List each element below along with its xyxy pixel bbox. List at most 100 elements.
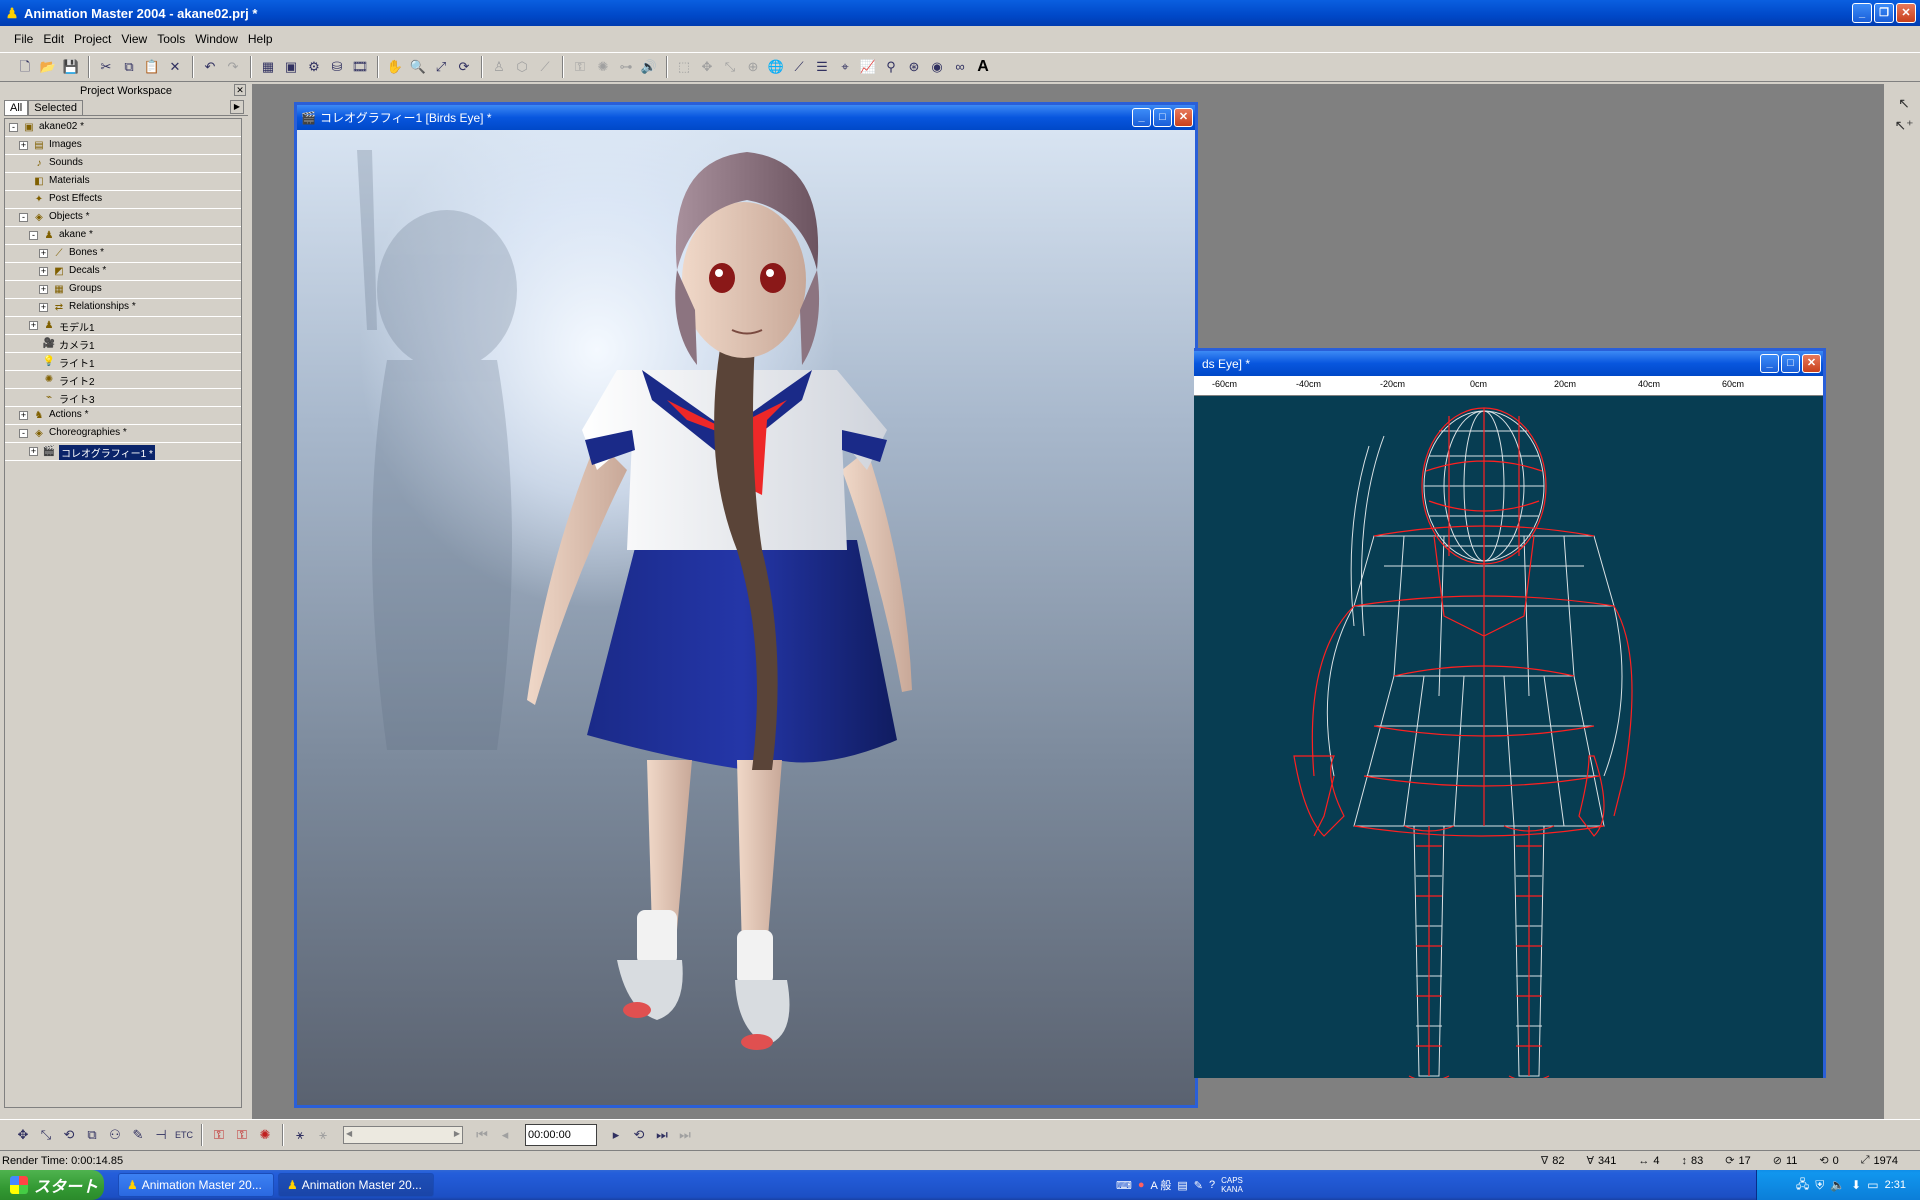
undo-icon[interactable]: ↶ <box>199 56 221 78</box>
list-icon[interactable]: ☰ <box>811 56 833 78</box>
collapse-icon[interactable]: - <box>19 213 28 222</box>
tree-item[interactable]: + ▤ Images <box>5 137 241 155</box>
rendered-scene[interactable] <box>297 130 1195 1105</box>
viewport1-maximize-button[interactable]: □ <box>1153 108 1172 127</box>
run-icon[interactable]: ✺ <box>592 56 614 78</box>
viewport1-close-button[interactable]: ✕ <box>1174 108 1193 127</box>
last-frame-icon[interactable]: ⏭ <box>674 1124 696 1146</box>
bone-add-icon[interactable]: ⟋ <box>788 56 810 78</box>
ime-icon[interactable]: ● <box>1138 1179 1145 1191</box>
display-icon[interactable]: ▭ <box>1867 1178 1878 1192</box>
paste-icon[interactable]: 📋 <box>141 56 163 78</box>
skeleton-icon[interactable]: ⚹ <box>289 1124 311 1146</box>
magnet-icon[interactable]: ⚲ <box>880 56 902 78</box>
translate-icon[interactable]: ✥ <box>696 56 718 78</box>
tree-item[interactable]: - ♟ akane * <box>5 227 241 245</box>
scale-tool-icon[interactable]: ⤡ <box>719 56 741 78</box>
copy-icon[interactable]: ⧉ <box>118 56 140 78</box>
key-mode-icon[interactable]: ✺ <box>254 1124 276 1146</box>
box-icon[interactable]: ⬚ <box>673 56 695 78</box>
play-icon[interactable]: ▸ <box>605 1124 627 1146</box>
expand-icon[interactable]: + <box>39 249 48 258</box>
render-region-icon[interactable]: ▦ <box>257 56 279 78</box>
menu-view[interactable]: View <box>121 32 147 46</box>
select-cursor-icon[interactable]: ⌖ <box>834 56 856 78</box>
minimize-button[interactable]: _ <box>1852 3 1872 23</box>
muscle-mode-icon[interactable]: ⬡ <box>511 56 533 78</box>
tree-item[interactable]: 🎥 カメラ1 <box>5 335 241 353</box>
key-red2-icon[interactable]: ⚿ <box>231 1124 253 1146</box>
zoom-icon[interactable]: 🔍 <box>407 56 429 78</box>
refresh-icon[interactable]: ⟳ <box>453 56 475 78</box>
key-red-icon[interactable]: ⚿ <box>208 1124 230 1146</box>
workspace-close-icon[interactable]: ✕ <box>234 84 246 96</box>
menu-window[interactable]: Window <box>195 32 238 46</box>
tree-item[interactable]: 💡 ライト1 <box>5 353 241 371</box>
expand-icon[interactable]: + <box>39 303 48 312</box>
tree-item[interactable]: - ▣ akane02 * <box>5 119 241 137</box>
tree-item[interactable]: + ♞ Actions * <box>5 407 241 425</box>
key-icon[interactable]: ⚿ <box>569 56 591 78</box>
tree-item[interactable]: ♪ Sounds <box>5 155 241 173</box>
fit-icon[interactable]: ⤢ <box>430 56 452 78</box>
ball-icon[interactable]: ◉ <box>926 56 948 78</box>
next-frame-icon[interactable]: ⏭ <box>651 1124 673 1146</box>
add-cursor-icon[interactable]: ↖⁺ <box>1892 114 1916 136</box>
tree-item[interactable]: ◧ Materials <box>5 173 241 191</box>
tree-item[interactable]: + ⟋ Bones * <box>5 245 241 263</box>
time-field[interactable]: 00:00:00 <box>525 1123 597 1146</box>
constraint-icon[interactable]: ⊶ <box>615 56 637 78</box>
link-icon[interactable]: ∞ <box>949 56 971 78</box>
collapse-icon[interactable]: - <box>29 231 38 240</box>
close-button[interactable]: ✕ <box>1896 3 1916 23</box>
cut-icon[interactable]: ✂ <box>95 56 117 78</box>
menu-tools[interactable]: Tools <box>157 32 185 46</box>
text-tool-icon[interactable]: A <box>972 56 994 78</box>
arrow-select-icon[interactable]: ↖ <box>1892 92 1916 114</box>
expand-icon[interactable]: + <box>19 411 28 420</box>
save-icon[interactable]: 💾 <box>60 56 82 78</box>
tree-item[interactable]: + ◩ Decals * <box>5 263 241 281</box>
skeletal-mode-icon[interactable]: ♙ <box>488 56 510 78</box>
tree-item[interactable]: + ▦ Groups <box>5 281 241 299</box>
tree-item[interactable]: ✦ Post Effects <box>5 191 241 209</box>
menu-help[interactable]: Help <box>248 32 273 46</box>
muscle-icon[interactable]: ⚹ <box>312 1124 334 1146</box>
update-icon[interactable]: ⬇ <box>1851 1178 1861 1192</box>
ime-mode[interactable]: A 般 <box>1151 1177 1172 1193</box>
taskbar-item[interactable]: ♟ Animation Master 20... <box>118 1173 274 1197</box>
scroll-right-icon[interactable]: ▶ <box>454 1129 460 1138</box>
birds-eye-render-window[interactable]: 🎬 コレオグラフィー1 [Birds Eye] * _ □ ✕ <box>294 102 1198 1108</box>
menu-edit[interactable]: Edit <box>43 32 64 46</box>
pad-icon[interactable]: ✎ <box>1194 1179 1203 1192</box>
tabs-arrow-icon[interactable]: ▶ <box>230 100 244 114</box>
title-bar[interactable]: ♟ Animation Master 2004 - akane02.prj * … <box>0 0 1920 26</box>
dictionary-icon[interactable]: ▤ <box>1177 1179 1187 1192</box>
group-icon[interactable]: ⧉ <box>81 1124 103 1146</box>
bias-icon[interactable]: ⊣ <box>150 1124 172 1146</box>
restore-button[interactable]: ❐ <box>1874 3 1894 23</box>
bone-mode-icon[interactable]: ⟋ <box>534 56 556 78</box>
expand-icon[interactable]: + <box>29 447 38 456</box>
first-frame-icon[interactable]: ⏮ <box>471 1124 493 1146</box>
tab-selected[interactable]: Selected <box>28 100 84 115</box>
collapse-icon[interactable]: - <box>19 429 28 438</box>
wireframe-viewport[interactable] <box>1194 396 1823 1078</box>
open-icon[interactable]: 📂 <box>37 56 59 78</box>
lathe-icon[interactable]: ⚇ <box>104 1124 126 1146</box>
taskbar-item[interactable]: ♟ Animation Master 20... <box>278 1173 434 1197</box>
viewport2-close-button[interactable]: ✕ <box>1802 354 1821 373</box>
start-button[interactable]: スタート <box>0 1170 104 1200</box>
birds-eye-wireframe-window[interactable]: ds Eye] * _ □ ✕ -60cm -40cm -20cm 0cm 20… <box>1194 348 1826 1078</box>
delete-icon[interactable]: ✕ <box>164 56 186 78</box>
network-icon[interactable]: 🖧 <box>1796 1175 1809 1196</box>
frame-scrollbar[interactable]: ◀ ▶ <box>343 1125 463 1144</box>
target-icon[interactable]: ⊛ <box>903 56 925 78</box>
scale-mode-icon[interactable]: ⤡ <box>35 1124 57 1146</box>
menu-project[interactable]: Project <box>74 32 111 46</box>
film-icon[interactable]: 🎞 <box>349 56 371 78</box>
viewport1-titlebar[interactable]: 🎬 コレオグラフィー1 [Birds Eye] * _ □ ✕ <box>297 105 1195 130</box>
loop-icon[interactable]: ⟲ <box>628 1124 650 1146</box>
tree-item[interactable]: + ♟ モデル1 <box>5 317 241 335</box>
viewport2-maximize-button[interactable]: □ <box>1781 354 1800 373</box>
